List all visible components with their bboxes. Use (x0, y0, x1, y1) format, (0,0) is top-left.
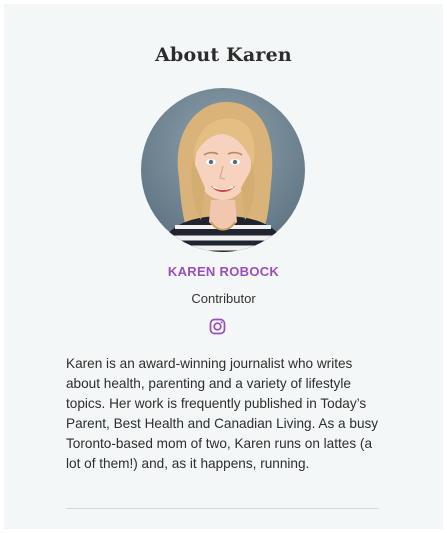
author-name[interactable]: KAREN ROBOCK (4, 264, 443, 279)
author-avatar (141, 88, 305, 252)
about-heading: About Karen (155, 44, 292, 66)
author-bio: Karen is an award-winning journalist who… (66, 356, 379, 472)
instagram-icon[interactable] (209, 318, 226, 335)
author-card: About Karen KAREN ROBOCK Contributor Kar… (4, 4, 443, 529)
author-role: Contributor (191, 291, 256, 306)
divider (66, 508, 379, 509)
